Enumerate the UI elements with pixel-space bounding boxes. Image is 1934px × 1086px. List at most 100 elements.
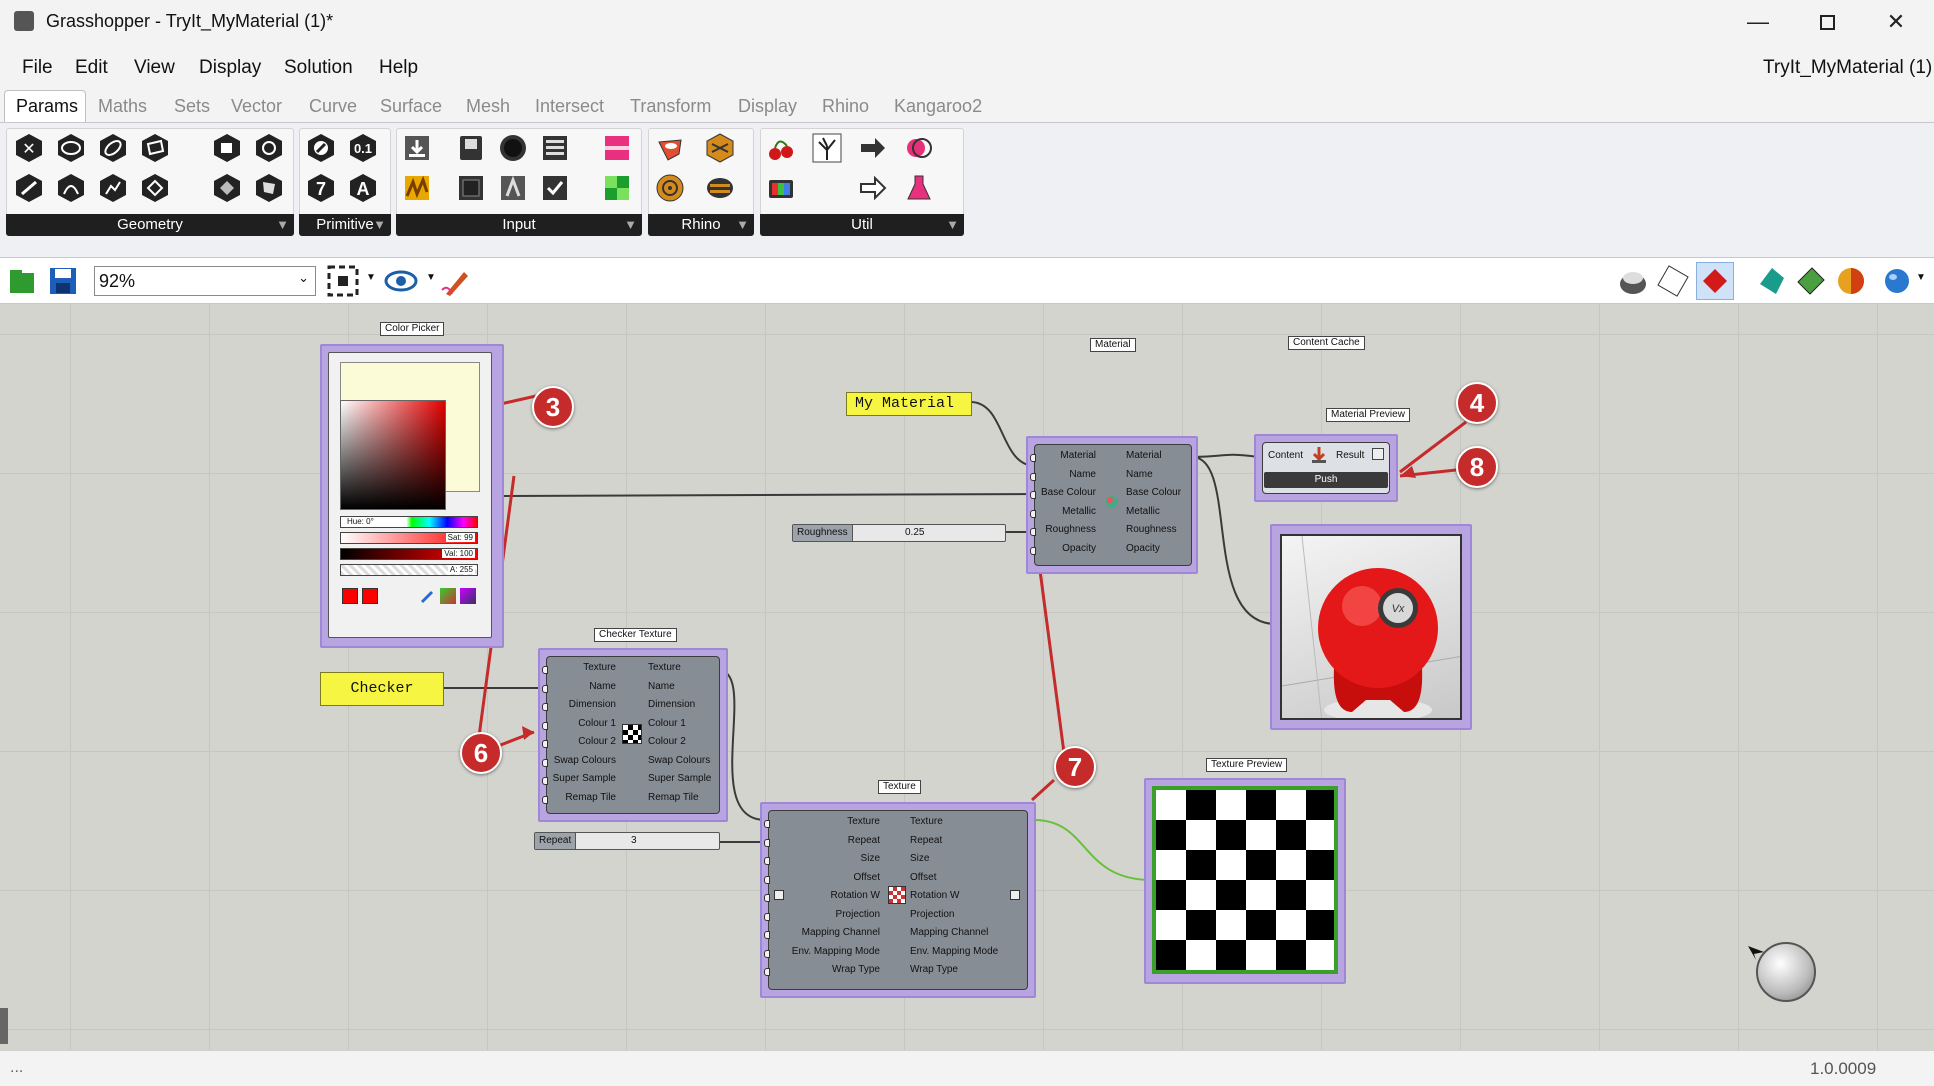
tab-mesh[interactable]: Mesh — [466, 96, 510, 117]
checker-texture-output-6[interactable]: Super Sample — [648, 773, 711, 784]
roughness-slider[interactable]: Roughness 0.25 — [792, 524, 1006, 542]
open-file-icon[interactable] — [8, 266, 38, 296]
checker-texture-output-5[interactable]: Swap Colours — [648, 755, 710, 766]
texture-output-6[interactable]: Mapping Channel — [910, 927, 988, 938]
preview-geometry-icon[interactable] — [1794, 264, 1828, 298]
checker-texture-input-grip-2[interactable] — [542, 703, 548, 711]
checker-texture-output-1[interactable]: Name — [648, 681, 675, 692]
material-input-2[interactable]: Base Colour — [1041, 487, 1096, 498]
material-output-0[interactable]: Material — [1126, 450, 1162, 461]
my-material-panel[interactable]: My Material — [846, 392, 972, 416]
preview-dropdown-icon[interactable]: ▼ — [426, 272, 436, 283]
display-dropdown-icon[interactable]: ▼ — [1916, 272, 1926, 283]
texture-input-2[interactable]: Size — [861, 853, 880, 864]
texture-input-grip-1[interactable] — [764, 838, 770, 847]
zoom-dropdown-icon[interactable]: ▼ — [366, 272, 376, 283]
rhino-spiral-icon[interactable] — [651, 170, 689, 206]
tab-surface[interactable]: Surface — [380, 96, 442, 117]
texture-output-3[interactable]: Offset — [910, 872, 937, 883]
preview-eye-icon[interactable] — [384, 268, 418, 294]
material-input-3[interactable]: Metallic — [1062, 506, 1096, 517]
checker-texture-input-grip-6[interactable] — [542, 777, 548, 785]
menu-help[interactable]: Help — [379, 57, 418, 79]
checker-panel[interactable]: Checker — [320, 672, 444, 706]
zoom-extents-icon[interactable] — [326, 264, 360, 298]
tree-icon[interactable] — [808, 130, 846, 166]
canvas-scroll-handle[interactable] — [0, 1008, 8, 1044]
value-bar[interactable]: Val: 100 — [340, 548, 478, 560]
color-mode-icon[interactable] — [440, 588, 456, 604]
texture-output-0[interactable]: Texture — [910, 816, 943, 827]
material-output-5[interactable]: Opacity — [1126, 543, 1160, 554]
preview-wire-icon[interactable] — [1616, 264, 1650, 298]
preview-selected-icon[interactable] — [1696, 262, 1734, 300]
material-input-grip-2[interactable] — [1030, 491, 1036, 499]
minimize-icon[interactable]: — — [1728, 0, 1788, 44]
graph-mapper-icon[interactable] — [398, 170, 436, 206]
material-input-5[interactable]: Opacity — [1062, 543, 1096, 554]
texture-output-8[interactable]: Wrap Type — [910, 964, 958, 975]
arc-param-icon[interactable] — [52, 170, 90, 206]
texture-output-2[interactable]: Size — [910, 853, 929, 864]
tv-icon[interactable] — [762, 170, 800, 206]
menu-file[interactable]: File — [22, 57, 53, 79]
tab-display[interactable]: Display — [738, 96, 797, 117]
checker-texture-input-4[interactable]: Colour 2 — [578, 736, 616, 747]
material-input-1[interactable]: Name — [1069, 469, 1096, 480]
menu-view[interactable]: View — [134, 57, 175, 79]
material-input-grip-3[interactable] — [1030, 509, 1036, 518]
texture-input-1[interactable]: Repeat — [848, 835, 880, 846]
preview-mesh-icon[interactable] — [1756, 264, 1790, 298]
zoom-select[interactable]: 92% ⌄ — [94, 266, 316, 296]
checker-texture-input-grip-0[interactable] — [542, 666, 548, 674]
tab-vector[interactable]: Vector — [231, 96, 282, 117]
geometry-param-icon[interactable] — [250, 170, 288, 206]
checker-texture-output-4[interactable]: Colour 2 — [648, 736, 686, 747]
checker-texture-input-grip-7[interactable] — [542, 795, 548, 804]
button-icon[interactable] — [494, 130, 532, 166]
checker-texture-input-5[interactable]: Swap Colours — [554, 755, 616, 766]
value-list-icon[interactable] — [536, 130, 574, 166]
checker-texture-input-6[interactable]: Super Sample — [553, 773, 616, 784]
tab-intersect[interactable]: Intersect — [535, 96, 604, 117]
texture-output-4[interactable]: Rotation W — [910, 890, 959, 901]
saturation-bar[interactable]: Sat: 99 — [340, 532, 478, 544]
checker-texture-input-2[interactable]: Dimension — [569, 699, 616, 710]
geometry-panel-label[interactable]: Geometry ▼ — [6, 214, 294, 236]
texture-input-3[interactable]: Offset — [854, 872, 881, 883]
texture-input-grip-0[interactable] — [764, 820, 770, 828]
brep-param-icon[interactable] — [208, 170, 246, 206]
texture-input-grip-6[interactable] — [764, 931, 770, 939]
checker-texture-output-0[interactable]: Texture — [648, 662, 681, 673]
material-input-grip-0[interactable] — [1030, 454, 1036, 462]
save-file-icon[interactable] — [48, 266, 78, 296]
scribble-icon[interactable] — [900, 130, 938, 166]
surface-param-icon[interactable] — [136, 130, 174, 166]
tab-rhino[interactable]: Rhino — [822, 96, 869, 117]
checker-texture-input-grip-5[interactable] — [542, 758, 548, 767]
material-input-grip-1[interactable] — [1030, 472, 1036, 481]
texture-input-grip-2[interactable] — [764, 857, 770, 865]
arrow-right-dark-icon[interactable] — [854, 130, 892, 166]
alpha-bar[interactable]: A: 255 — [340, 564, 478, 576]
maximize-icon[interactable] — [1797, 0, 1857, 44]
material-output-3[interactable]: Metallic — [1126, 506, 1160, 517]
texture-input-6[interactable]: Mapping Channel — [802, 927, 880, 938]
repeat-slider[interactable]: Repeat 3 — [534, 832, 720, 850]
push-button[interactable]: Push — [1264, 472, 1388, 488]
texture-input-grip-7[interactable] — [764, 949, 770, 958]
polyline-param-icon[interactable] — [94, 170, 132, 206]
toggle-icon[interactable] — [452, 130, 490, 166]
tab-params[interactable]: Params — [4, 90, 86, 122]
color-swatch-previous[interactable] — [362, 588, 378, 604]
sketch-pen-icon[interactable] — [440, 266, 474, 298]
checker-texture-input-7[interactable]: Remap Tile — [565, 792, 616, 803]
texture-output-toggle-icon[interactable] — [1010, 890, 1020, 900]
texture-input-grip-5[interactable] — [764, 912, 770, 921]
material-output-4[interactable]: Roughness — [1126, 524, 1177, 535]
grasshopper-canvas[interactable]: Color Picker Hue: 0° Sat: 99 Val: 100 A:… — [0, 304, 1934, 1050]
material-input-grip-4[interactable] — [1030, 528, 1036, 536]
material-input-grip-5[interactable] — [1030, 546, 1036, 555]
display-sphere-icon[interactable] — [1880, 264, 1914, 298]
checklist-icon[interactable] — [536, 170, 574, 206]
